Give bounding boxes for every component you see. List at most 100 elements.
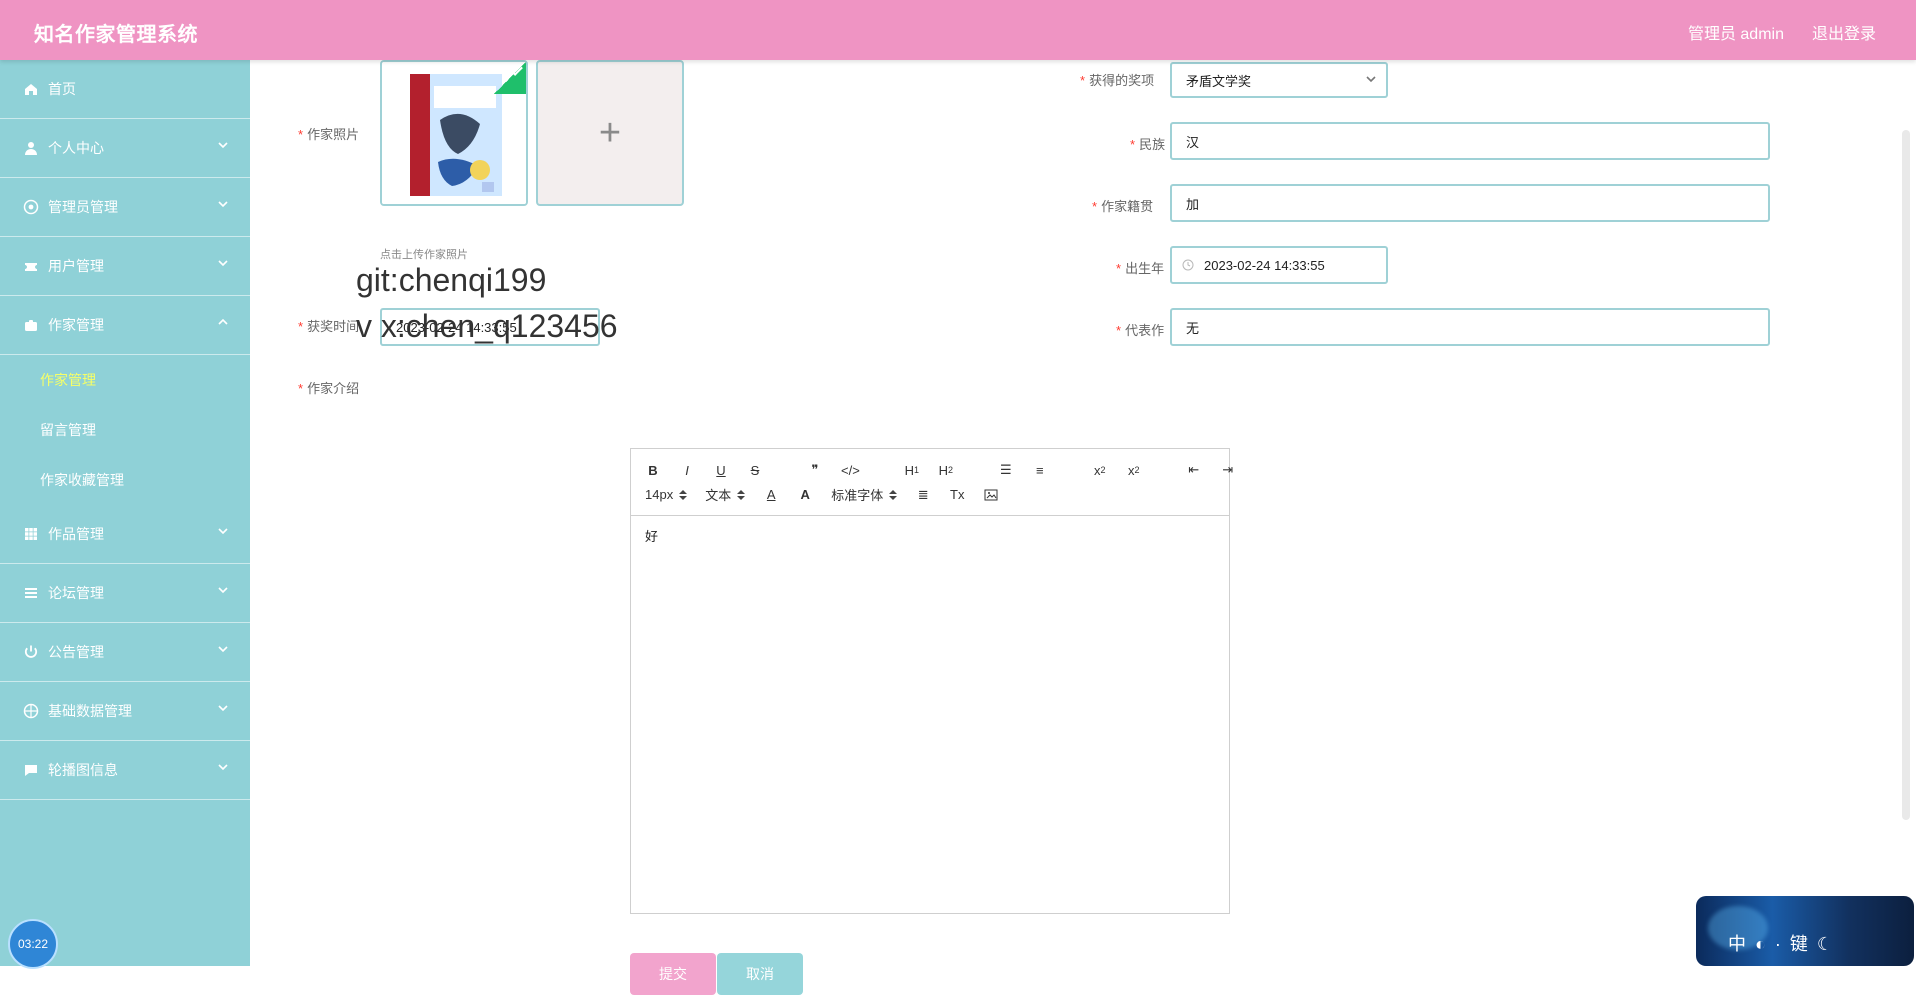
origin-value: 加	[1186, 196, 1200, 212]
chevron-down-icon	[218, 260, 228, 267]
award-select[interactable]: 矛盾文学奖	[1170, 62, 1388, 98]
grid-icon	[22, 525, 40, 543]
upload-photo-tile[interactable]: +	[536, 60, 684, 206]
representative-works-value: 无	[1186, 320, 1200, 336]
sidebar-item-writers[interactable]: 作家管理	[0, 296, 250, 355]
quote-icon[interactable]: ❞	[807, 461, 823, 479]
ordered-list-icon[interactable]: ☰	[998, 461, 1014, 479]
required-indicator: *	[1116, 261, 1122, 276]
submit-button[interactable]: 提交	[630, 953, 716, 995]
writer-intro-label: * 作家介绍	[298, 378, 359, 397]
birth-year-label: * 出生年	[1116, 258, 1164, 277]
editor-toolbar: B I U S ❞ </> H1 H2 ☰ ≡ x2 x2 ⇤ ⇥ 14px 文…	[631, 449, 1233, 516]
chevron-down-icon	[218, 587, 228, 594]
text-type-select[interactable]: 文本	[705, 485, 746, 504]
font-family-select[interactable]: 标准字体	[831, 485, 898, 504]
award-label: * 获得的奖项	[1080, 70, 1154, 89]
sidebar-subitem-label: 作家收藏管理	[40, 472, 124, 488]
image-icon[interactable]	[983, 486, 999, 504]
editor-toolbar-row-2: 14px 文本 A A 标准字体 ≣ Tx	[645, 485, 999, 504]
sidebar-subitem-favorites[interactable]: 作家收藏管理	[0, 455, 250, 505]
origin-input[interactable]: 加	[1170, 184, 1770, 222]
overlay-watermark-vx: v x:chen_q123456	[356, 308, 618, 344]
editor-content[interactable]: 好	[631, 516, 1229, 555]
sidebar-subitem-messages[interactable]: 留言管理	[0, 405, 250, 455]
code-icon[interactable]: </>	[841, 461, 860, 479]
ethnicity-input[interactable]: 汉	[1170, 122, 1770, 160]
briefcase-icon	[22, 316, 40, 334]
label-text: 获奖时间	[307, 319, 360, 334]
heading-1-icon[interactable]: H1	[904, 461, 920, 479]
sidebar-subitem-label: 留言管理	[40, 422, 96, 438]
font-size-value: 14px	[645, 487, 674, 502]
italic-icon[interactable]: I	[679, 461, 695, 479]
sidebar-item-basic-data[interactable]: 基础数据管理	[0, 682, 250, 741]
required-indicator: *	[1130, 137, 1136, 152]
corner-banner: 中 ◐ · 键 ☾	[1696, 896, 1914, 966]
sidebar-item-label: 基础数据管理	[48, 703, 132, 719]
uploaded-photo-tile[interactable]	[380, 60, 528, 206]
select-updown-icon	[889, 489, 898, 500]
representative-works-label: * 代表作	[1116, 320, 1164, 339]
sidebar-item-carousel[interactable]: 轮播图信息	[0, 741, 250, 800]
label-text: 出生年	[1125, 261, 1165, 276]
underline-icon[interactable]: U	[713, 461, 729, 479]
chevron-down-icon	[218, 528, 228, 535]
sidebar-item-users[interactable]: 用户管理	[0, 237, 250, 296]
outdent-icon[interactable]: ⇤	[1186, 461, 1202, 479]
sidebar-item-label: 论坛管理	[48, 585, 104, 601]
label-text: 获得的奖项	[1089, 73, 1155, 88]
banner-text: 中 ◐ · 键 ☾	[1728, 934, 1836, 954]
plus-icon: +	[598, 112, 622, 154]
upload-hint: 点击上传作家照片	[380, 249, 468, 261]
editor-toolbar-row-1: B I U S ❞ </> H1 H2 ☰ ≡ x2 x2 ⇤ ⇥	[645, 461, 1236, 479]
sidebar-subitem-label: 作家管理	[40, 372, 96, 388]
chevron-down-icon	[218, 764, 228, 771]
rich-text-editor[interactable]: B I U S ❞ </> H1 H2 ☰ ≡ x2 x2 ⇤ ⇥ 14px 文…	[630, 448, 1233, 914]
sidebar-menu: 首页 个人中心 管理员管理 用户管理 作家管理 作家管理 留言管理 作家收藏管理…	[0, 60, 250, 800]
label-text: 代表作	[1125, 323, 1165, 338]
sidebar-item-announcements[interactable]: 公告管理	[0, 623, 250, 682]
chevron-down-icon	[218, 142, 228, 149]
heading-2-icon[interactable]: H2	[938, 461, 954, 479]
sidebar-item-works[interactable]: 作品管理	[0, 505, 250, 564]
chevron-down-icon	[218, 705, 228, 712]
sidebar-subitem-writers[interactable]: 作家管理	[0, 355, 250, 405]
sidebar-item-home[interactable]: 首页	[0, 60, 250, 119]
clear-format-icon[interactable]: Tx	[949, 486, 965, 504]
representative-works-input[interactable]: 无	[1170, 308, 1770, 346]
superscript-icon[interactable]: x2	[1126, 461, 1142, 479]
bullet-list-icon[interactable]: ≡	[1032, 461, 1048, 479]
logout-link[interactable]: 退出登录	[1812, 20, 1876, 44]
indent-icon[interactable]: ⇥	[1220, 461, 1236, 479]
sidebar-item-admins[interactable]: 管理员管理	[0, 178, 250, 237]
sidebar-item-forum[interactable]: 论坛管理	[0, 564, 250, 623]
align-icon[interactable]: ≣	[915, 486, 931, 504]
strikethrough-icon[interactable]: S	[747, 461, 763, 479]
list-icon	[22, 584, 40, 602]
cancel-button[interactable]: 取消	[717, 953, 803, 995]
time-badge: 03:22	[8, 919, 58, 969]
chevron-up-icon	[218, 318, 228, 325]
bold-icon[interactable]: B	[645, 461, 661, 479]
admin-user-label[interactable]: 管理员 admin	[1688, 20, 1784, 44]
scrollbar[interactable]	[1902, 130, 1910, 820]
main-content: * 作家照片 + 点击上传作家照片 git:chenqi199 * 获奖时间 202…	[250, 60, 1916, 995]
sidebar-item-profile[interactable]: 个人中心	[0, 119, 250, 178]
top-right-actions: 管理员 admin 退出登录	[1688, 20, 1876, 44]
font-family-value: 标准字体	[831, 488, 884, 503]
top-bar: 知名作家管理系统 管理员 admin 退出登录	[0, 0, 1916, 60]
overlay-watermark-git: git:chenqi199	[356, 262, 547, 298]
power-icon	[22, 643, 40, 661]
font-size-select[interactable]: 14px	[645, 487, 688, 502]
highlight-icon[interactable]: A	[797, 486, 813, 504]
sidebar-item-label: 管理员管理	[48, 199, 118, 215]
award-selected-value: 矛盾文学奖	[1186, 73, 1252, 89]
sidebar: 首页 个人中心 管理员管理 用户管理 作家管理 作家管理 留言管理 作家收藏管理…	[0, 60, 250, 966]
birth-year-input[interactable]: 2023-02-24 14:33:55	[1170, 246, 1388, 284]
required-indicator: *	[1116, 323, 1122, 338]
text-color-icon[interactable]: A	[763, 486, 779, 504]
writers-submenu: 作家管理 留言管理 作家收藏管理	[0, 355, 250, 505]
subscript-icon[interactable]: x2	[1092, 461, 1108, 479]
settings-icon	[22, 702, 40, 720]
